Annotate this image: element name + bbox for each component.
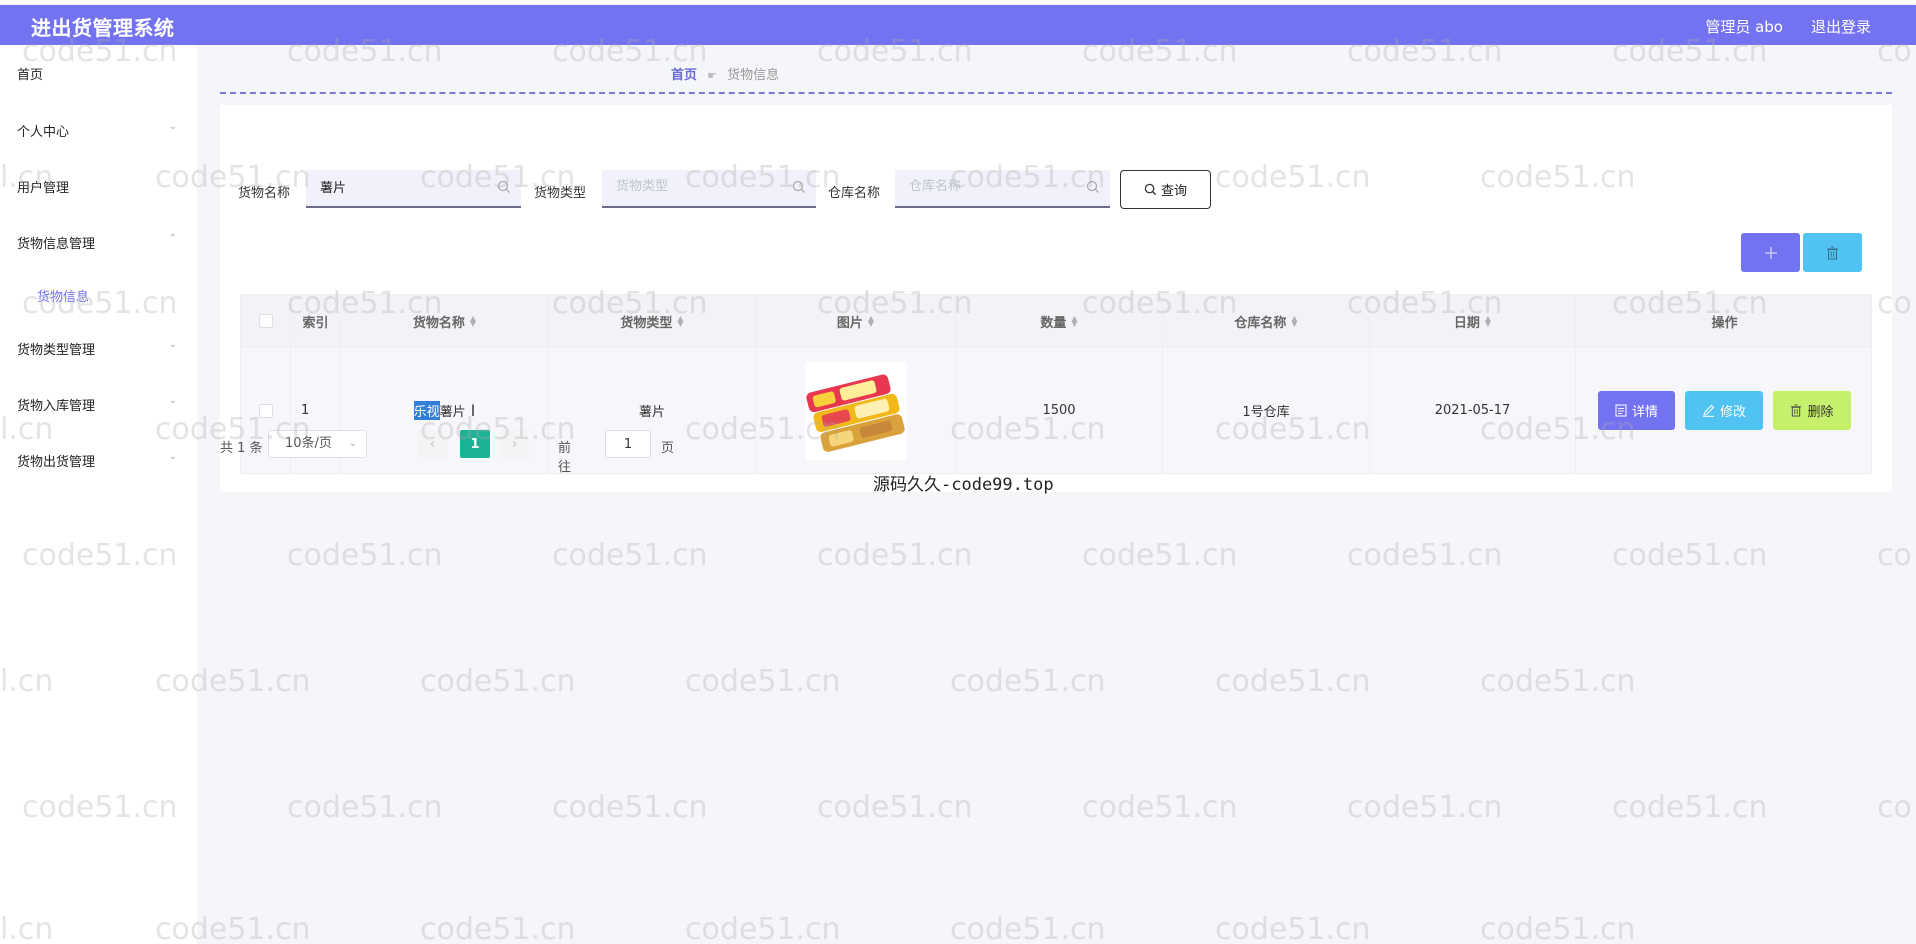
sort-icon[interactable]: ▲ ▼ [677, 315, 683, 328]
breadcrumb-current: 货物信息 [727, 68, 780, 83]
header-image[interactable]: 图片 ▲ ▼ [756, 295, 956, 347]
sidebar-item-label: 个人中心 [17, 125, 70, 140]
header-goods-type[interactable]: 货物类型 ▲ ▼ [549, 295, 756, 347]
chevron-down-icon: ⌄ [168, 451, 177, 462]
sidebar-item-goods-type-management[interactable]: 货物类型管理 ⌄ [17, 339, 177, 358]
warehouse-name-label: 仓库名称 [828, 186, 881, 201]
chevron-down-icon: ⌄ [168, 339, 177, 350]
sidebar-item-personal-center[interactable]: 个人中心 ⌄ [17, 121, 177, 140]
goods-type-search-box [602, 170, 816, 208]
row-date: 2021-05-17 [1370, 348, 1576, 473]
select-all-checkbox[interactable] [258, 314, 273, 328]
page-size-select[interactable]: 10条/页 ⌄ [268, 430, 367, 458]
header-date[interactable]: 日期 ▲ ▼ [1370, 295, 1576, 347]
current-page-button[interactable]: 1 [460, 430, 490, 458]
query-button[interactable]: 查询 [1120, 170, 1211, 209]
row-image [756, 348, 956, 473]
goods-name-input[interactable] [320, 179, 480, 194]
warehouse-name-input[interactable] [909, 179, 1069, 194]
breadcrumb-home[interactable]: 首页 [671, 68, 697, 83]
sort-icon[interactable]: ▲ ▼ [1071, 315, 1077, 328]
row-operations: 详情 修改 删除 [1576, 348, 1873, 473]
sort-icon[interactable]: ▲ ▼ [868, 315, 874, 328]
sidebar: 首页 个人中心 ⌄ 用户管理 货物信息管理 ⌃ 货物信息 货物类型管理 ⌄ 货物… [0, 45, 197, 944]
search-icon [1144, 183, 1157, 196]
goods-type-label: 货物类型 [534, 186, 587, 201]
delete-button-label: 删除 [1807, 405, 1834, 420]
sidebar-item-goods-outbound-management[interactable]: 货物出货管理 ⌄ [17, 451, 177, 470]
goto-label: 前往 [558, 441, 572, 475]
header-warehouse-name[interactable]: 仓库名称 ▲ ▼ [1163, 295, 1370, 347]
goods-name-label: 货物名称 [238, 186, 291, 201]
app-title: 进出货管理系统 [31, 16, 175, 40]
prev-page-button[interactable]: ‹ [418, 430, 447, 458]
source-overlay-text: 源码久久-code99.top [873, 475, 1054, 495]
header-operations: 操作 [1711, 315, 1738, 331]
chevron-up-icon: ⌃ [168, 233, 177, 244]
row-quantity: 1500 [956, 348, 1163, 473]
product-image[interactable] [804, 361, 907, 460]
plus-icon [1764, 246, 1777, 259]
goods-type-input[interactable] [616, 179, 776, 194]
row-warehouse-name: 1号仓库 [1163, 348, 1370, 473]
breadcrumb: 首页 ☛ 货物信息 [671, 64, 779, 83]
search-icon [497, 180, 510, 193]
sidebar-item-label: 货物出货管理 [17, 455, 96, 470]
detail-button[interactable]: 详情 [1598, 391, 1675, 430]
sidebar-item-label: 货物信息管理 [17, 237, 96, 252]
sort-icon[interactable]: ▲ ▼ [1485, 315, 1491, 328]
goods-name-search-box [306, 170, 521, 208]
row-goods-type: 薯片 [549, 348, 756, 473]
header-quantity[interactable]: 数量 ▲ ▼ [956, 295, 1163, 347]
table-header: 索引 货物名称 ▲ ▼ 货物类型 ▲ ▼ 图片 ▲ ▼ 数量 ▲ ▼ 仓库名称 ▲ ▼ 日期 ▲ ▼ 操… [240, 294, 1872, 348]
header-index: 索引 [291, 295, 341, 347]
sidebar-item-label: 首页 [17, 68, 44, 83]
warehouse-name-search-box [895, 170, 1110, 208]
trash-icon [1791, 404, 1802, 417]
divider [220, 92, 1892, 94]
total-count: 共 1 条 [220, 441, 263, 456]
edit-button[interactable]: 修改 [1685, 391, 1763, 430]
sidebar-item-goods-inbound-management[interactable]: 货物入库管理 ⌄ [17, 395, 177, 414]
search-icon [792, 180, 805, 193]
text-cursor-icon: I [470, 401, 476, 420]
header-goods-name[interactable]: 货物名称 ▲ ▼ [341, 295, 549, 347]
hand-icon: ☛ [707, 69, 718, 82]
chevron-down-icon: ⌄ [168, 121, 177, 132]
chevron-down-icon: ⌄ [348, 438, 357, 449]
trash-icon [1827, 246, 1838, 259]
sort-icon[interactable]: ▲ ▼ [1291, 315, 1297, 328]
batch-delete-button[interactable] [1803, 233, 1862, 272]
sidebar-subitem-goods-info[interactable]: 货物信息 [37, 286, 89, 305]
sidebar-item-label: 货物类型管理 [17, 343, 96, 358]
sidebar-item-user-management[interactable]: 用户管理 [17, 177, 177, 196]
page-unit-label: 页 [661, 441, 675, 456]
delete-button[interactable]: 删除 [1773, 391, 1851, 430]
header-select-all[interactable] [241, 295, 291, 347]
logout-link[interactable]: 退出登录 [1811, 16, 1871, 37]
goto-page-input[interactable] [605, 430, 651, 458]
sidebar-item-label: 用户管理 [17, 181, 70, 196]
sidebar-item-label: 货物入库管理 [17, 399, 96, 414]
goods-name-text: 薯片 [439, 405, 466, 420]
next-page-button[interactable]: › [500, 430, 529, 458]
add-button[interactable] [1741, 233, 1800, 272]
search-icon [1086, 180, 1099, 193]
row-checkbox[interactable] [258, 403, 273, 418]
edit-icon [1702, 404, 1715, 417]
edit-button-label: 修改 [1719, 405, 1746, 420]
top-bar: 进出货管理系统 管理员 abo 退出登录 [0, 5, 1916, 45]
sort-icon[interactable]: ▲ ▼ [470, 315, 476, 328]
chevron-down-icon: ⌄ [168, 395, 177, 406]
selected-text: 乐视 [413, 401, 440, 420]
sidebar-item-goods-info-management[interactable]: 货物信息管理 ⌃ [17, 233, 177, 252]
document-icon [1615, 404, 1627, 417]
sidebar-item-home[interactable]: 首页 [17, 64, 177, 83]
detail-button-label: 详情 [1631, 405, 1658, 420]
main-content: 首页 ☛ 货物信息 货物名称 货物类型 仓库名称 查询 [197, 45, 1916, 944]
current-user: 管理员 abo [1705, 18, 1783, 36]
query-button-label: 查询 [1160, 184, 1187, 199]
